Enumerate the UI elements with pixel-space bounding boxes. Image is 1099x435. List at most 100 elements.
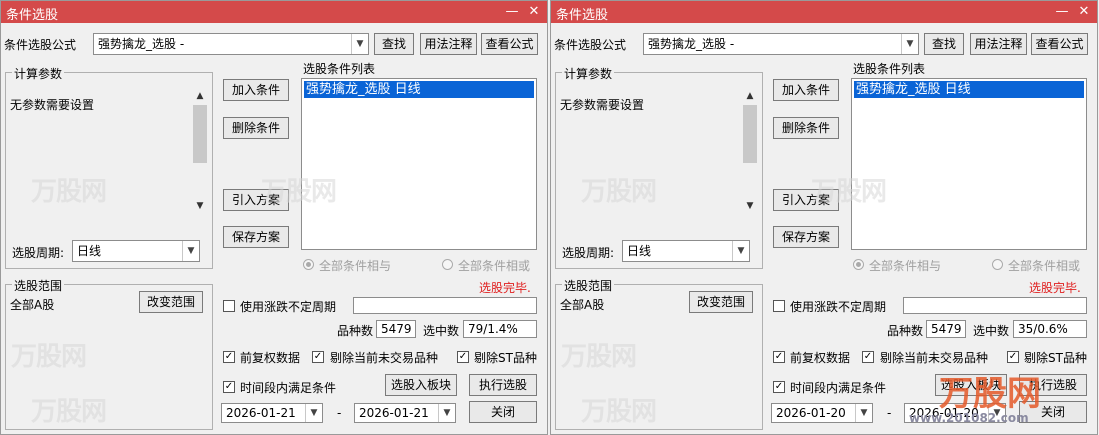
radio-all-and[interactable] [853,259,864,270]
change-range-button[interactable]: 改变范围 [139,291,203,313]
chevron-down-icon[interactable]: ▼ [438,404,455,422]
date-from-picker[interactable]: 2026-01-20 ▼ [771,403,873,423]
exclude-untraded-label: 剔除当前未交易品种 [880,351,989,365]
chevron-up-icon[interactable]: ▲ [192,91,208,101]
params-scrollbar[interactable]: ▲ ▼ [742,89,758,213]
adjust-data-checkbox[interactable]: ✓ [223,351,235,363]
add-condition-button[interactable]: 加入条件 [773,79,839,101]
date-separator: - [887,406,892,420]
chevron-up-icon[interactable]: ▲ [742,91,758,101]
title-bar[interactable]: 条件选股 — ✕ [551,1,1097,23]
condition-list-label: 选股条件列表 [303,62,376,76]
chevron-down-icon[interactable]: ▼ [351,34,368,54]
use-period-checkbox[interactable] [223,300,235,312]
count-label: 品种数 [337,324,374,338]
exclude-st-label: 剔除ST品种 [474,351,537,365]
condition-list[interactable]: 强势擒龙_选股 日线 [851,78,1087,250]
time-range-label: 时间段内满足条件 [790,381,887,395]
exclude-st-checkbox[interactable]: ✓ [457,351,469,363]
exclude-st-checkbox[interactable]: ✓ [1007,351,1019,363]
watermark-text: 万股网 [581,177,657,207]
chevron-down-icon[interactable]: ▼ [901,34,918,54]
delete-condition-button[interactable]: 删除条件 [773,117,839,139]
radio-all-or[interactable] [442,259,453,270]
selected-value: 35/0.6% [1013,320,1087,338]
chevron-down-icon[interactable]: ▼ [305,404,322,422]
count-value: 5479 [376,320,416,338]
params-group-title: 计算参数 [12,65,65,82]
scroll-thumb[interactable] [193,105,207,163]
use-period-checkbox[interactable] [773,300,785,312]
chevron-down-icon[interactable]: ▼ [732,241,749,261]
usage-notes-button[interactable]: 用法注释 [420,33,477,55]
close-icon[interactable]: ✕ [525,3,543,21]
period-input[interactable] [353,297,537,314]
exclude-untraded-checkbox[interactable]: ✓ [862,351,874,363]
save-scheme-button[interactable]: 保存方案 [223,226,289,248]
change-range-button[interactable]: 改变范围 [689,291,753,313]
exclude-untraded-checkbox[interactable]: ✓ [312,351,324,363]
adjust-data-label: 前复权数据 [790,351,851,365]
find-button[interactable]: 查找 [374,33,414,55]
chevron-down-icon[interactable]: ▼ [742,201,758,211]
period-combobox[interactable]: 日线 ▼ [72,240,200,262]
chevron-down-icon[interactable]: ▼ [182,241,199,261]
view-formula-button[interactable]: 查看公式 [1031,33,1088,55]
time-range-checkbox[interactable]: ✓ [223,381,235,393]
add-condition-button[interactable]: 加入条件 [223,79,289,101]
selected-value: 79/1.4% [463,320,537,338]
watermark-text: 万股网 [11,342,87,372]
minimize-icon[interactable]: — [1053,3,1071,21]
delete-condition-button[interactable]: 删除条件 [223,117,289,139]
use-period-label: 使用涨跌不定周期 [240,300,337,314]
add-to-block-button[interactable]: 选股入板块 [385,374,457,396]
close-button[interactable]: 关闭 [469,401,537,423]
exclude-untraded-label: 剔除当前未交易品种 [330,351,439,365]
save-scheme-button[interactable]: 保存方案 [773,226,839,248]
period-input[interactable] [903,297,1087,314]
find-button[interactable]: 查找 [924,33,964,55]
period-combobox[interactable]: 日线 ▼ [622,240,750,262]
condition-list-item[interactable]: 强势擒龙_选股 日线 [304,81,534,98]
condition-list-item[interactable]: 强势擒龙_选股 日线 [854,81,1084,98]
range-group-title: 选股范围 [562,277,615,294]
date-separator: - [337,406,342,420]
date-to-picker[interactable]: 2026-01-21 ▼ [354,403,456,423]
range-value: 全部A股 [560,298,605,312]
watermark-text: 万股网 [561,342,637,372]
radio-all-or[interactable] [992,259,1003,270]
formula-combobox[interactable]: 强势擒龙_选股 - ▼ [643,33,919,55]
radio-all-and[interactable] [303,259,314,270]
date-from-value: 2026-01-21 [226,406,296,420]
condition-screener-window: 条件选股 — ✕ 条件选股公式 强势擒龙_选股 - ▼ 查找 用法注释 查看公式… [550,0,1098,435]
usage-notes-button[interactable]: 用法注释 [970,33,1027,55]
watermark-text: 万股网 [581,397,657,427]
count-label: 品种数 [887,324,924,338]
chevron-down-icon[interactable]: ▼ [855,404,872,422]
condition-list[interactable]: 强势擒龙_选股 日线 [301,78,537,250]
time-range-label: 时间段内满足条件 [240,381,337,395]
chevron-down-icon[interactable]: ▼ [192,201,208,211]
count-value: 5479 [926,320,966,338]
title-bar[interactable]: 条件选股 — ✕ [1,1,547,23]
close-icon[interactable]: ✕ [1075,3,1093,21]
date-from-value: 2026-01-20 [776,406,846,420]
scroll-thumb[interactable] [743,105,757,163]
adjust-data-checkbox[interactable]: ✓ [773,351,785,363]
brand-watermark-logo: 万股网 [939,374,1041,414]
view-formula-button[interactable]: 查看公式 [481,33,538,55]
date-from-picker[interactable]: 2026-01-21 ▼ [221,403,323,423]
time-range-checkbox[interactable]: ✓ [773,381,785,393]
status-text: 选股完毕. [479,281,531,295]
params-scrollbar[interactable]: ▲ ▼ [192,89,208,213]
run-screen-button[interactable]: 执行选股 [469,374,537,396]
formula-combobox[interactable]: 强势擒龙_选股 - ▼ [93,33,369,55]
radio-all-and-label: 全部条件相与 [869,259,942,273]
formula-label: 条件选股公式 [4,38,77,52]
period-label: 选股周期: [562,246,615,260]
use-period-label: 使用涨跌不定周期 [790,300,887,314]
range-value: 全部A股 [10,298,55,312]
minimize-icon[interactable]: — [503,3,521,21]
formula-value: 强势擒龙_选股 - [98,37,185,51]
period-value: 日线 [627,244,652,258]
